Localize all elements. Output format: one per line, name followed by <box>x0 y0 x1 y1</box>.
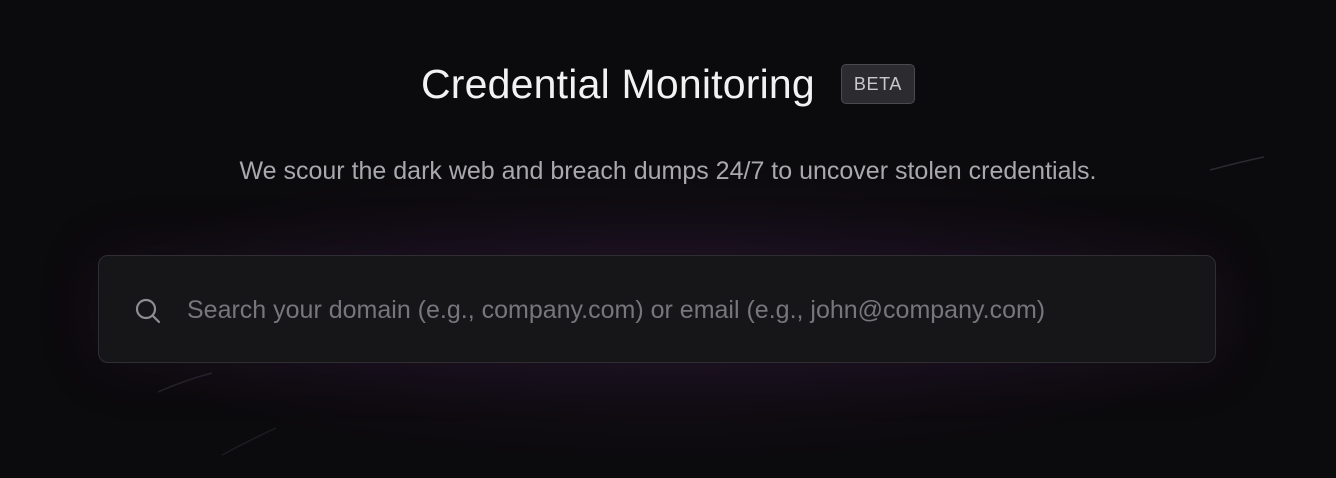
search-input[interactable] <box>187 286 1122 334</box>
page-title: Credential Monitoring <box>421 61 815 107</box>
title-row: Credential Monitoring BETA <box>0 58 1336 110</box>
search-box[interactable] <box>98 255 1216 363</box>
page-subtitle: We scour the dark web and breach dumps 2… <box>239 157 1097 185</box>
beta-badge: BETA <box>840 64 915 104</box>
credential-monitoring-page: Credential Monitoring BETA We scour the … <box>0 0 1336 478</box>
search-icon <box>135 298 161 324</box>
